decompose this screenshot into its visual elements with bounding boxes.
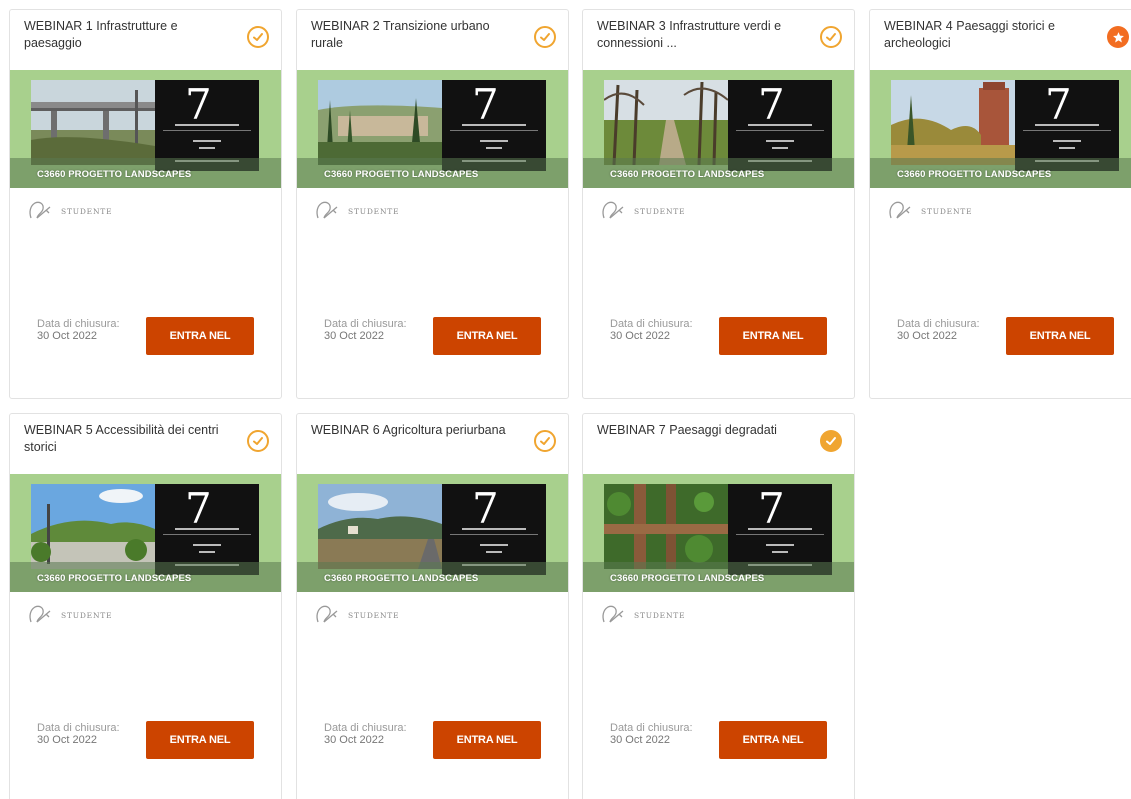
role-badge: STUDENTE xyxy=(313,200,399,222)
course-card[interactable]: WEBINAR 3 Infrastrutture verdi e conness… xyxy=(582,9,855,399)
role-label: STUDENTE xyxy=(634,610,686,620)
role-badge: STUDENTE xyxy=(26,200,112,222)
enter-button[interactable]: ENTRA NEL xyxy=(1006,317,1114,355)
course-card[interactable]: WEBINAR 2 Transizione urbano rurale 7 C3… xyxy=(296,9,569,399)
course-photo xyxy=(891,80,1015,165)
course-banner[interactable]: 7 C3660 PROGETTO LANDSCAPES xyxy=(10,474,281,592)
role-badge: STUDENTE xyxy=(886,200,972,222)
course-banner[interactable]: 7 C3660 PROGETTO LANDSCAPES xyxy=(870,70,1131,188)
course-card[interactable]: WEBINAR 4 Paesaggi storici e archeologic… xyxy=(869,9,1131,399)
course-code-label: C3660 PROGETTO LANDSCAPES xyxy=(324,573,479,584)
closing-info: Data di chiusura: 30 Oct 2022 xyxy=(37,318,120,342)
role-badge: STUDENTE xyxy=(599,604,685,626)
check-filled-icon xyxy=(820,430,842,452)
enter-button[interactable]: ENTRA NEL xyxy=(146,317,254,355)
course-code-label: C3660 PROGETTO LANDSCAPES xyxy=(324,169,479,180)
course-card[interactable]: WEBINAR 1 Infrastrutture e paesaggio 7 C… xyxy=(9,9,282,399)
student-icon xyxy=(889,201,911,219)
closing-label: Data di chiusura: xyxy=(324,318,407,330)
course-title[interactable]: WEBINAR 1 Infrastrutture e paesaggio xyxy=(24,18,229,52)
closing-info: Data di chiusura: 30 Oct 2022 xyxy=(610,318,693,342)
role-label: STUDENTE xyxy=(61,206,113,216)
course-photo xyxy=(318,484,442,569)
course-banner[interactable]: 7 C3660 PROGETTO LANDSCAPES xyxy=(10,70,281,188)
role-label: STUDENTE xyxy=(348,206,400,216)
course-title[interactable]: WEBINAR 7 Paesaggi degradati xyxy=(597,422,802,456)
enter-button[interactable]: ENTRA NEL xyxy=(146,721,254,759)
star-filled-icon xyxy=(1107,26,1129,48)
closing-date: 30 Oct 2022 xyxy=(37,734,97,746)
course-title[interactable]: WEBINAR 3 Infrastrutture verdi e conness… xyxy=(597,18,802,52)
closing-info: Data di chiusura: 30 Oct 2022 xyxy=(37,722,120,746)
course-card[interactable]: WEBINAR 5 Accessibilità dei centri stori… xyxy=(9,413,282,799)
closing-date: 30 Oct 2022 xyxy=(897,330,957,342)
enter-button[interactable]: ENTRA NEL xyxy=(433,721,541,759)
enter-button[interactable]: ENTRA NEL xyxy=(433,317,541,355)
check-outline-icon xyxy=(534,26,556,48)
course-code-label: C3660 PROGETTO LANDSCAPES xyxy=(37,169,192,180)
course-banner[interactable]: 7 C3660 PROGETTO LANDSCAPES xyxy=(583,70,854,188)
role-label: STUDENTE xyxy=(348,610,400,620)
course-title[interactable]: WEBINAR 5 Accessibilità dei centri stori… xyxy=(24,422,229,456)
closing-date: 30 Oct 2022 xyxy=(37,330,97,342)
course-photo xyxy=(318,80,442,165)
student-icon xyxy=(602,201,624,219)
course-photo xyxy=(604,484,728,569)
closing-date: 30 Oct 2022 xyxy=(610,330,670,342)
course-title[interactable]: WEBINAR 2 Transizione urbano rurale xyxy=(311,18,516,52)
student-icon xyxy=(316,201,338,219)
course-card[interactable]: WEBINAR 6 Agricoltura periurbana 7 C3660… xyxy=(296,413,569,799)
closing-label: Data di chiusura: xyxy=(324,722,407,734)
check-outline-icon xyxy=(820,26,842,48)
student-icon xyxy=(29,201,51,219)
check-outline-icon xyxy=(247,430,269,452)
closing-label: Data di chiusura: xyxy=(37,722,120,734)
check-outline-icon xyxy=(534,430,556,452)
closing-info: Data di chiusura: 30 Oct 2022 xyxy=(324,318,407,342)
student-icon xyxy=(316,605,338,623)
course-photo xyxy=(604,80,728,165)
course-title[interactable]: WEBINAR 4 Paesaggi storici e archeologic… xyxy=(884,18,1089,52)
enter-button[interactable]: ENTRA NEL xyxy=(719,317,827,355)
role-label: STUDENTE xyxy=(634,206,686,216)
closing-date: 30 Oct 2022 xyxy=(610,734,670,746)
role-label: STUDENTE xyxy=(921,206,973,216)
closing-date: 30 Oct 2022 xyxy=(324,734,384,746)
course-code-label: C3660 PROGETTO LANDSCAPES xyxy=(897,169,1052,180)
check-outline-icon xyxy=(247,26,269,48)
role-badge: STUDENTE xyxy=(599,200,685,222)
course-title[interactable]: WEBINAR 6 Agricoltura periurbana xyxy=(311,422,516,456)
closing-date: 30 Oct 2022 xyxy=(324,330,384,342)
role-badge: STUDENTE xyxy=(313,604,399,626)
course-code-label: C3660 PROGETTO LANDSCAPES xyxy=(610,169,765,180)
closing-label: Data di chiusura: xyxy=(610,318,693,330)
closing-info: Data di chiusura: 30 Oct 2022 xyxy=(610,722,693,746)
course-grid: WEBINAR 1 Infrastrutture e paesaggio 7 C… xyxy=(0,0,1131,799)
student-icon xyxy=(29,605,51,623)
closing-label: Data di chiusura: xyxy=(897,318,980,330)
closing-label: Data di chiusura: xyxy=(37,318,120,330)
course-card[interactable]: WEBINAR 7 Paesaggi degradati 7 C3660 PRO… xyxy=(582,413,855,799)
course-code-label: C3660 PROGETTO LANDSCAPES xyxy=(610,573,765,584)
role-label: STUDENTE xyxy=(61,610,113,620)
course-photo xyxy=(31,80,155,165)
course-banner[interactable]: 7 C3660 PROGETTO LANDSCAPES xyxy=(297,70,568,188)
course-banner[interactable]: 7 C3660 PROGETTO LANDSCAPES xyxy=(297,474,568,592)
closing-info: Data di chiusura: 30 Oct 2022 xyxy=(897,318,980,342)
role-badge: STUDENTE xyxy=(26,604,112,626)
course-code-label: C3660 PROGETTO LANDSCAPES xyxy=(37,573,192,584)
course-photo xyxy=(31,484,155,569)
closing-label: Data di chiusura: xyxy=(610,722,693,734)
closing-info: Data di chiusura: 30 Oct 2022 xyxy=(324,722,407,746)
course-banner[interactable]: 7 C3660 PROGETTO LANDSCAPES xyxy=(583,474,854,592)
student-icon xyxy=(602,605,624,623)
enter-button[interactable]: ENTRA NEL xyxy=(719,721,827,759)
